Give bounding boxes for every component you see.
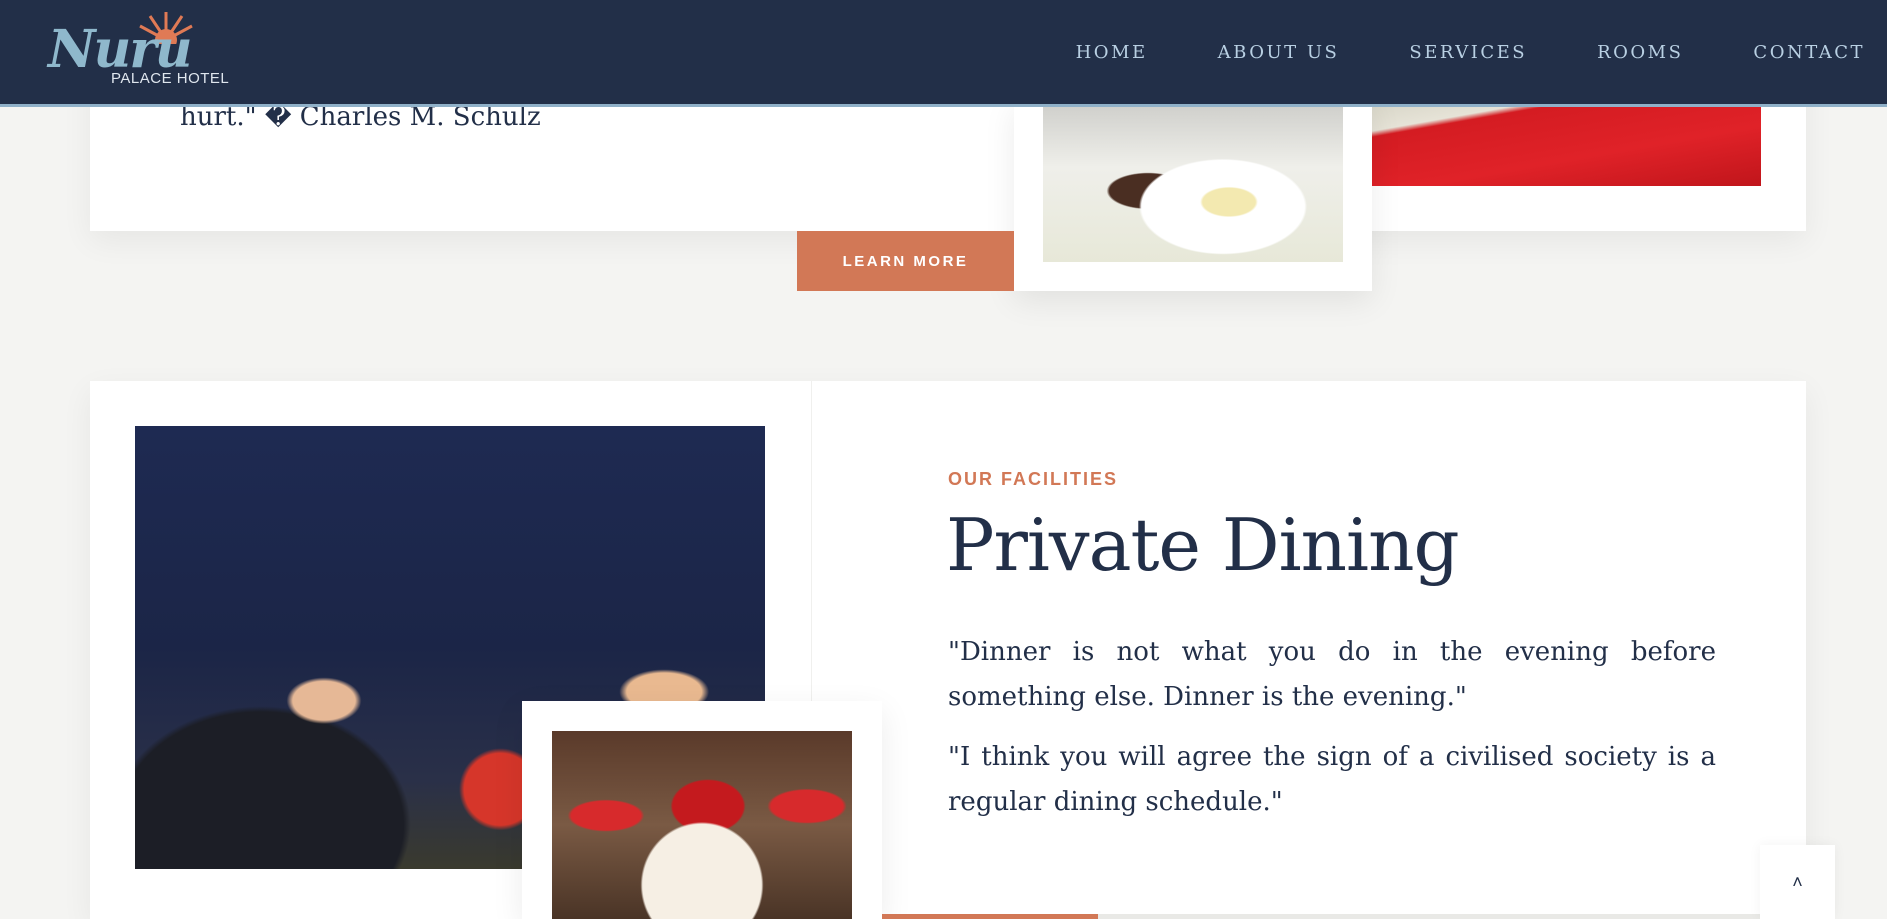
nav-home[interactable]: HOME	[1076, 42, 1148, 63]
section-kicker: OUR FACILITIES	[948, 469, 1119, 489]
section-title: Private Dining	[946, 503, 1460, 587]
logo-script: Nuru	[48, 19, 193, 80]
facility-image-large	[1372, 104, 1761, 186]
hotel-logo[interactable]: Nuru PALACE HOTEL	[48, 10, 238, 90]
dinner-table-image	[552, 731, 852, 919]
chevron-up-icon: ˄	[1792, 871, 1803, 892]
site-header: Nuru PALACE HOTEL HOME ABOUT US SERVICES…	[0, 0, 1887, 107]
nav-services[interactable]: SERVICES	[1409, 42, 1527, 63]
scroll-to-top-button[interactable]: ˄	[1760, 845, 1835, 919]
nav-rooms[interactable]: ROOMS	[1597, 42, 1683, 63]
nav-contact[interactable]: CONTACT	[1753, 42, 1865, 63]
learn-more-button[interactable]: LEARN MORE	[797, 231, 1014, 291]
main-nav: HOME ABOUT US SERVICES ROOMS CONTACT	[1076, 0, 1887, 104]
quote-paragraph: "Dinner is not what you do in the evenin…	[948, 637, 1716, 712]
food-plate-image	[1043, 104, 1343, 262]
card-bottom-bar	[1098, 914, 1760, 919]
logo-subtitle: PALACE HOTEL	[111, 70, 230, 87]
accent-bar	[882, 914, 1098, 919]
quote-paragraph: "I think you will agree the sign of a ci…	[948, 742, 1716, 817]
nav-about-us[interactable]: ABOUT US	[1218, 42, 1340, 63]
